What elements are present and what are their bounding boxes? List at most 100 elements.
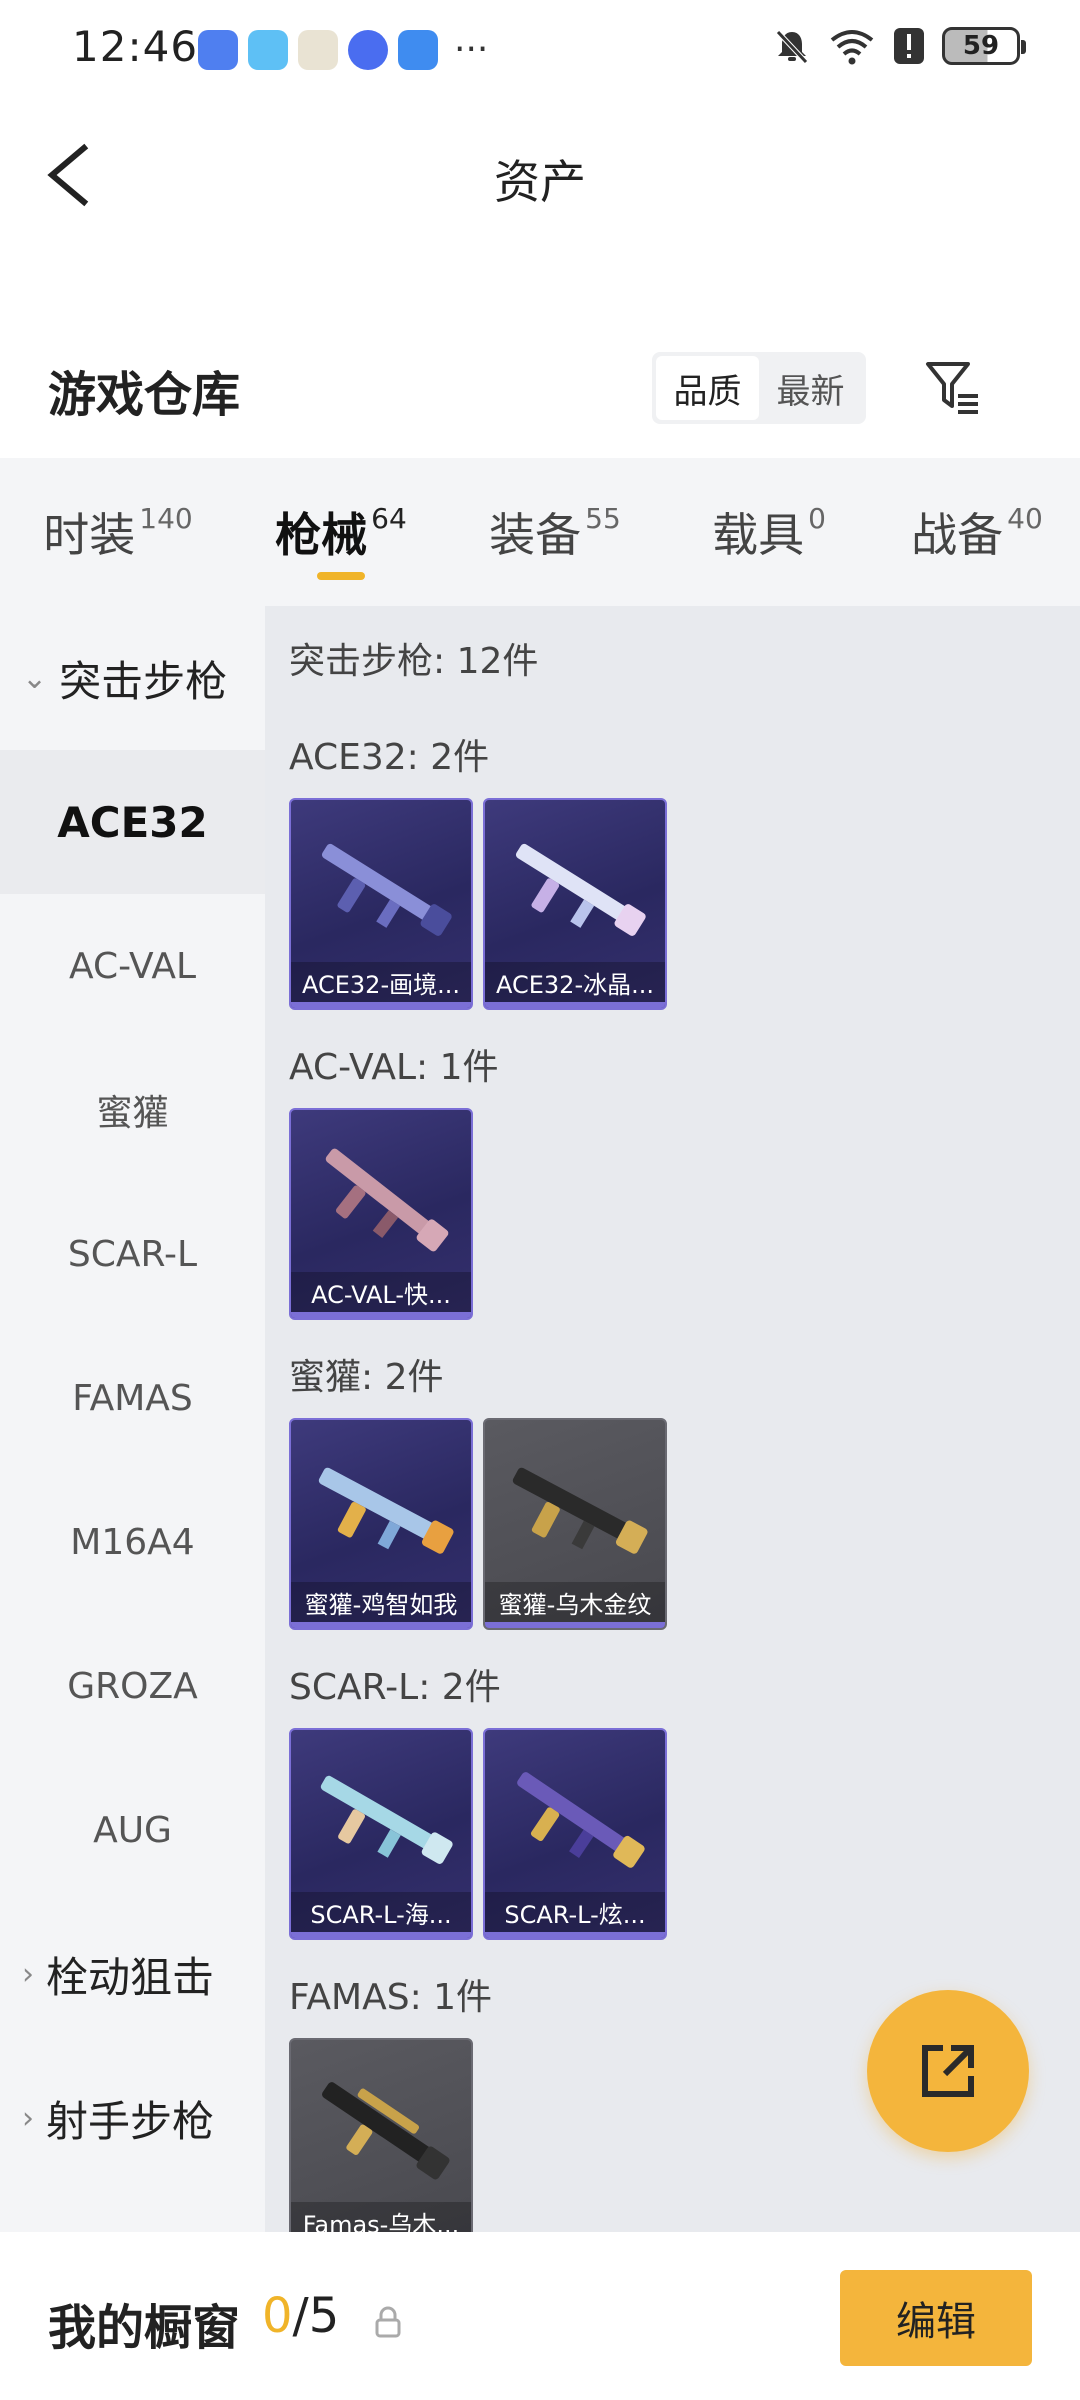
sort-quality-button[interactable]: 品质: [656, 356, 759, 420]
chevron-right-icon: ›: [22, 2100, 34, 2136]
section-title: 蜜獾: 2件: [289, 1357, 444, 1398]
section-title: AC-VAL: 1件: [289, 1047, 499, 1088]
weapon-card[interactable]: Famas-乌木...: [289, 2038, 473, 2232]
status-right-icons: 59: [772, 26, 1026, 66]
tab-label: 枪械: [275, 508, 368, 562]
sidebar-group-label: 射手步枪: [46, 2096, 215, 2146]
sort-toggle: 品质 最新: [652, 352, 866, 424]
hoyo-app-icon: [298, 30, 338, 70]
weapon-card[interactable]: ACE32-画境...: [289, 798, 473, 1010]
weapon-card[interactable]: AC-VAL-快...: [289, 1108, 473, 1320]
rarity-bar: [485, 1002, 665, 1008]
lock-icon: [375, 2306, 401, 2338]
weapon-card[interactable]: 蜜獾-乌木金纹: [483, 1418, 667, 1630]
tab-count: 0: [808, 501, 826, 535]
showcase-title: 我的橱窗: [48, 2300, 241, 2356]
tab-weapons[interactable]: 枪械 64: [236, 458, 446, 606]
share-external-icon: [922, 2045, 974, 2097]
more-notifications-icon: ···: [454, 29, 489, 70]
weather-app-icon: [398, 30, 438, 70]
rarity-bar: [291, 1002, 471, 1008]
weapon-card-name: 蜜獾-鸡智如我: [291, 1582, 471, 1622]
edit-button[interactable]: 编辑: [840, 2270, 1032, 2366]
sort-latest-button[interactable]: 最新: [759, 356, 862, 420]
sidebar-group-bolt-sniper[interactable]: › 栓动狙击: [0, 1902, 265, 2046]
rarity-bar: [291, 1622, 471, 1628]
tab-count: 55: [585, 501, 621, 535]
weapon-card[interactable]: SCAR-L-炫...: [483, 1728, 667, 1940]
rifle-icon: [325, 1148, 449, 1252]
page-title: 资产: [494, 155, 586, 209]
section-title: SCAR-L: 2件: [289, 1667, 501, 1708]
warehouse-title: 游戏仓库: [48, 367, 241, 423]
rifle-icon: [320, 1775, 453, 1864]
battery-indicator: 59: [942, 27, 1026, 65]
sidebar-group-assault-rifle[interactable]: ⌄ 突击步枪: [0, 606, 265, 750]
tab-vehicles[interactable]: 载具 0: [664, 458, 874, 606]
sidebar-item-ac-val[interactable]: AC-VAL: [0, 894, 265, 1038]
tab-label: 装备: [489, 508, 582, 562]
weapon-card-name: SCAR-L-海...: [291, 1892, 471, 1932]
page-header: 资产: [0, 100, 1080, 240]
tab-label: 载具: [712, 508, 805, 562]
category-tabs: 时装 140 枪械 64 装备 55 载具 0 战备 40: [0, 458, 1080, 606]
rarity-bar: [291, 1932, 471, 1938]
weapon-card-name: SCAR-L-炫...: [485, 1892, 665, 1932]
status-time: 12:46: [72, 22, 199, 71]
showcase-bar: 我的橱窗 0/5 编辑: [0, 2232, 1080, 2400]
sidebar-item-ace32[interactable]: ACE32: [0, 750, 265, 894]
sidebar-item-groza[interactable]: GROZA: [0, 1614, 265, 1758]
wifi-icon: [830, 30, 874, 65]
weapon-list[interactable]: 突击步枪: 12件 ACE32: 2件 ACE32-画境... ACE32-冰晶…: [265, 606, 1080, 2232]
sidebar-group-label: 突击步枪: [59, 656, 228, 706]
showcase-count-current: 0: [262, 2288, 293, 2344]
rarity-bar: [291, 1312, 471, 1318]
rifle-icon: [512, 1467, 648, 1554]
alert-icon: [894, 28, 924, 64]
rarity-bar: [485, 1932, 665, 1938]
weapon-card-name: ACE32-画境...: [291, 962, 471, 1002]
section-title: FAMAS: 1件: [289, 1977, 493, 2018]
app-notification-icon: [198, 30, 238, 70]
chevron-down-icon: ⌄: [22, 660, 48, 696]
showcase-count-total: /5: [292, 2288, 340, 2344]
sidebar-item-honey-badger[interactable]: 蜜獾: [0, 1038, 265, 1182]
filter-icon[interactable]: [922, 356, 984, 418]
status-bar: 12:46 ··· 59: [0, 0, 1080, 100]
tab-active-indicator: [317, 572, 365, 580]
sidebar-item-aug[interactable]: AUG: [0, 1758, 265, 1902]
weapon-card-name: Famas-乌木...: [291, 2202, 471, 2232]
category-summary: 突击步枪: 12件: [289, 641, 539, 682]
category-sidebar: ⌄ 突击步枪 ACE32 AC-VAL 蜜獾 SCAR-L FAMAS M16A…: [0, 606, 265, 2232]
weapon-card[interactable]: SCAR-L-海...: [289, 1728, 473, 1940]
showcase-count: 0/5: [262, 2288, 339, 2344]
tab-count: 40: [1007, 501, 1043, 535]
rifle-icon: [515, 843, 646, 936]
status-app-icons: ···: [198, 30, 488, 70]
sidebar-item-famas[interactable]: FAMAS: [0, 1326, 265, 1470]
rifle-icon: [322, 2082, 450, 2180]
tab-count: 64: [371, 501, 407, 535]
chevron-right-icon: ›: [22, 1956, 34, 1992]
tab-label: 时装: [43, 508, 136, 562]
rifle-icon: [318, 1467, 454, 1554]
section-title: ACE32: 2件: [289, 737, 490, 778]
weapon-card[interactable]: 蜜獾-鸡智如我: [289, 1418, 473, 1630]
weapon-card-name: ACE32-冰晶...: [485, 962, 665, 1002]
mute-bell-icon: [776, 30, 808, 64]
tab-fashion[interactable]: 时装 140: [0, 458, 236, 606]
weapon-card-name: AC-VAL-快...: [291, 1272, 471, 1312]
rarity-bar: [485, 1622, 665, 1628]
weapon-card-name: 蜜獾-乌木金纹: [485, 1582, 665, 1622]
tab-supplies[interactable]: 战备 40: [874, 458, 1080, 606]
rifle-icon: [517, 1772, 645, 1868]
browser-app-icon: [348, 30, 388, 70]
sidebar-item-m16a4[interactable]: M16A4: [0, 1470, 265, 1614]
weapon-card[interactable]: ACE32-冰晶...: [483, 798, 667, 1010]
sidebar-item-scar-l[interactable]: SCAR-L: [0, 1182, 265, 1326]
tab-equipment[interactable]: 装备 55: [446, 458, 664, 606]
reader-app-icon: [248, 30, 288, 70]
sidebar-group-marksman-rifle[interactable]: › 射手步枪: [0, 2046, 265, 2190]
share-button[interactable]: [867, 1990, 1029, 2152]
tab-count: 140: [139, 501, 193, 535]
